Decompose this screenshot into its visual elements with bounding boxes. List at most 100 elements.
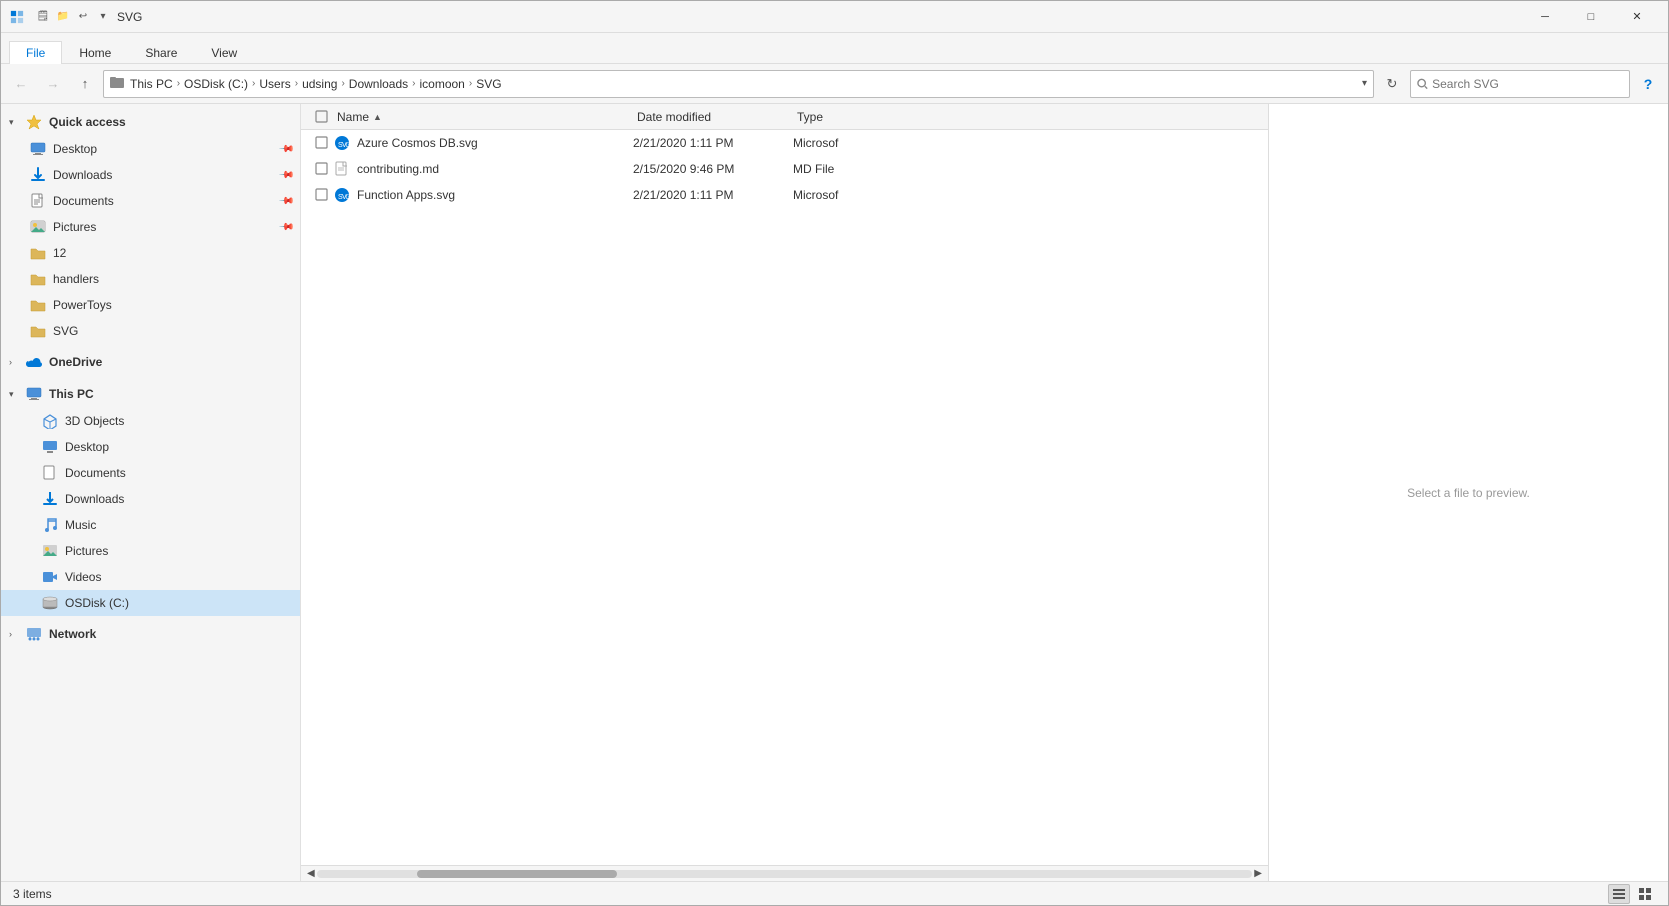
col-header-checkbox[interactable] bbox=[309, 110, 333, 123]
breadcrumb-svg[interactable]: SVG bbox=[476, 77, 501, 91]
sidebar-item-osdisk[interactable]: OSDisk (C:) bbox=[1, 590, 300, 616]
main-area: ▾ Quick access Desktop 📌 bbox=[1, 104, 1668, 881]
status-right bbox=[1608, 884, 1656, 904]
sidebar-item-documents[interactable]: Documents 📌 bbox=[1, 188, 300, 214]
qat-new-folder[interactable]: 📁 bbox=[53, 7, 73, 27]
preview-pane: Select a file to preview. bbox=[1268, 104, 1668, 881]
up-button[interactable]: ↑ bbox=[71, 70, 99, 98]
svg-text:G: G bbox=[346, 195, 351, 201]
sidebar-item-pictures[interactable]: Pictures 📌 bbox=[1, 214, 300, 240]
music-icon bbox=[41, 516, 59, 534]
row-checkbox-3[interactable] bbox=[309, 188, 333, 201]
table-row[interactable]: S V G Azure Cosmos DB.svg 2/21/2020 1:11… bbox=[301, 130, 1268, 156]
pictures-pc-label: Pictures bbox=[65, 544, 292, 558]
help-button[interactable]: ? bbox=[1634, 70, 1662, 98]
sidebar-item-3d-objects[interactable]: 3D Objects bbox=[1, 408, 300, 434]
address-chevron[interactable]: ▾ bbox=[1362, 78, 1367, 89]
table-row[interactable]: contributing.md 2/15/2020 9:46 PM MD Fil… bbox=[301, 156, 1268, 182]
breadcrumb: This PC › OSDisk (C:) › Users › udsing ›… bbox=[110, 75, 502, 92]
sidebar-item-12[interactable]: 12 bbox=[1, 240, 300, 266]
pictures-pin: 📌 bbox=[277, 219, 294, 236]
sidebar-item-downloads-pc[interactable]: Downloads bbox=[1, 486, 300, 512]
sidebar-item-pictures-pc[interactable]: Pictures bbox=[1, 538, 300, 564]
file-type-2: MD File bbox=[793, 162, 913, 176]
sidebar-item-handlers[interactable]: handlers bbox=[1, 266, 300, 292]
breadcrumb-icomoon[interactable]: icomoon bbox=[420, 77, 465, 91]
search-input[interactable] bbox=[1432, 77, 1623, 91]
tab-home[interactable]: Home bbox=[62, 41, 128, 64]
close-button[interactable]: ✕ bbox=[1614, 1, 1660, 33]
sidebar-item-downloads[interactable]: Downloads 📌 bbox=[1, 162, 300, 188]
sidebar-item-svg[interactable]: SVG bbox=[1, 318, 300, 344]
forward-button[interactable]: → bbox=[39, 70, 67, 98]
hscroll-right[interactable]: ▶ bbox=[1252, 868, 1264, 879]
sidebar-section-quick-access[interactable]: ▾ Quick access bbox=[1, 108, 300, 136]
details-view-button[interactable] bbox=[1608, 884, 1630, 904]
sidebar-item-music[interactable]: Music bbox=[1, 512, 300, 538]
music-label: Music bbox=[65, 518, 292, 532]
videos-label: Videos bbox=[65, 570, 292, 584]
documents-pc-icon bbox=[41, 464, 59, 482]
svg-label: SVG bbox=[53, 324, 292, 338]
sidebar: ▾ Quick access Desktop 📌 bbox=[1, 104, 301, 881]
desktop-pc-icon bbox=[41, 438, 59, 456]
window-title: SVG bbox=[117, 10, 142, 24]
onedrive-chevron: › bbox=[9, 357, 21, 367]
desktop-pc-label: Desktop bbox=[65, 440, 292, 454]
file-date-2: 2/15/2020 9:46 PM bbox=[633, 162, 793, 176]
sidebar-item-powertoys[interactable]: PowerToys bbox=[1, 292, 300, 318]
hscroll-track[interactable] bbox=[317, 870, 1253, 878]
back-button[interactable]: ← bbox=[7, 70, 35, 98]
3d-objects-icon bbox=[41, 412, 59, 430]
breadcrumb-osdisk[interactable]: OSDisk (C:) bbox=[184, 77, 248, 91]
sidebar-section-this-pc[interactable]: ▾ This PC bbox=[1, 380, 300, 408]
file-list-header: Name ▲ Date modified Type bbox=[301, 104, 1268, 130]
breadcrumb-this-pc[interactable]: This PC bbox=[130, 77, 173, 91]
address-bar[interactable]: This PC › OSDisk (C:) › Users › udsing ›… bbox=[103, 70, 1374, 98]
minimize-button[interactable]: ─ bbox=[1522, 1, 1568, 33]
row-checkbox-1[interactable] bbox=[309, 136, 333, 149]
breadcrumb-users[interactable]: Users bbox=[259, 77, 290, 91]
sidebar-item-desktop[interactable]: Desktop 📌 bbox=[1, 136, 300, 162]
sidebar-item-videos[interactable]: Videos bbox=[1, 564, 300, 590]
breadcrumb-downloads[interactable]: Downloads bbox=[349, 77, 408, 91]
col-header-date[interactable]: Date modified bbox=[633, 110, 793, 124]
pictures-label: Pictures bbox=[53, 220, 280, 234]
app-icon bbox=[9, 9, 25, 25]
qat-properties[interactable]: 🗒 bbox=[33, 7, 53, 27]
hscroll-thumb[interactable] bbox=[417, 870, 617, 878]
maximize-button[interactable]: □ bbox=[1568, 1, 1614, 33]
powertoys-label: PowerToys bbox=[53, 298, 292, 312]
sidebar-section-network[interactable]: › Network bbox=[1, 620, 300, 648]
ribbon-tabs: File Home Share View bbox=[1, 33, 1668, 63]
refresh-button[interactable]: ↻ bbox=[1378, 70, 1406, 98]
network-icon bbox=[25, 625, 43, 643]
handlers-label: handlers bbox=[53, 272, 292, 286]
quick-access-chevron: ▾ bbox=[9, 117, 21, 128]
large-icons-view-button[interactable] bbox=[1634, 884, 1656, 904]
col-header-name[interactable]: Name ▲ bbox=[333, 110, 633, 124]
onedrive-label: OneDrive bbox=[49, 355, 102, 369]
documents-icon bbox=[29, 192, 47, 210]
sidebar-item-desktop-pc[interactable]: Desktop bbox=[1, 434, 300, 460]
this-pc-icon bbox=[25, 385, 43, 403]
pictures-icon bbox=[29, 218, 47, 236]
tab-view[interactable]: View bbox=[194, 41, 254, 64]
row-checkbox-2[interactable] bbox=[309, 162, 333, 175]
file-list-body: S V G Azure Cosmos DB.svg 2/21/2020 1:11… bbox=[301, 130, 1268, 865]
sidebar-item-documents-pc[interactable]: Documents bbox=[1, 460, 300, 486]
breadcrumb-udsing[interactable]: udsing bbox=[302, 77, 337, 91]
col-header-type[interactable]: Type bbox=[793, 110, 913, 124]
tab-share[interactable]: Share bbox=[128, 41, 194, 64]
file-name-2: contributing.md bbox=[357, 162, 633, 176]
quick-access-label: Quick access bbox=[49, 115, 126, 129]
tab-file[interactable]: File bbox=[9, 41, 62, 64]
search-bar[interactable] bbox=[1410, 70, 1630, 98]
svg-folder-icon bbox=[29, 322, 47, 340]
sidebar-section-onedrive[interactable]: › OneDrive bbox=[1, 348, 300, 376]
table-row[interactable]: S V G Function Apps.svg 2/21/2020 1:11 P… bbox=[301, 182, 1268, 208]
hscroll-left[interactable]: ◀ bbox=[305, 868, 317, 879]
qat-dropdown[interactable]: ▾ bbox=[93, 7, 113, 27]
address-bar-row: ← → ↑ This PC › OSDisk (C:) › Users › ud… bbox=[1, 64, 1668, 104]
qat-undo[interactable]: ↩ bbox=[73, 7, 93, 27]
